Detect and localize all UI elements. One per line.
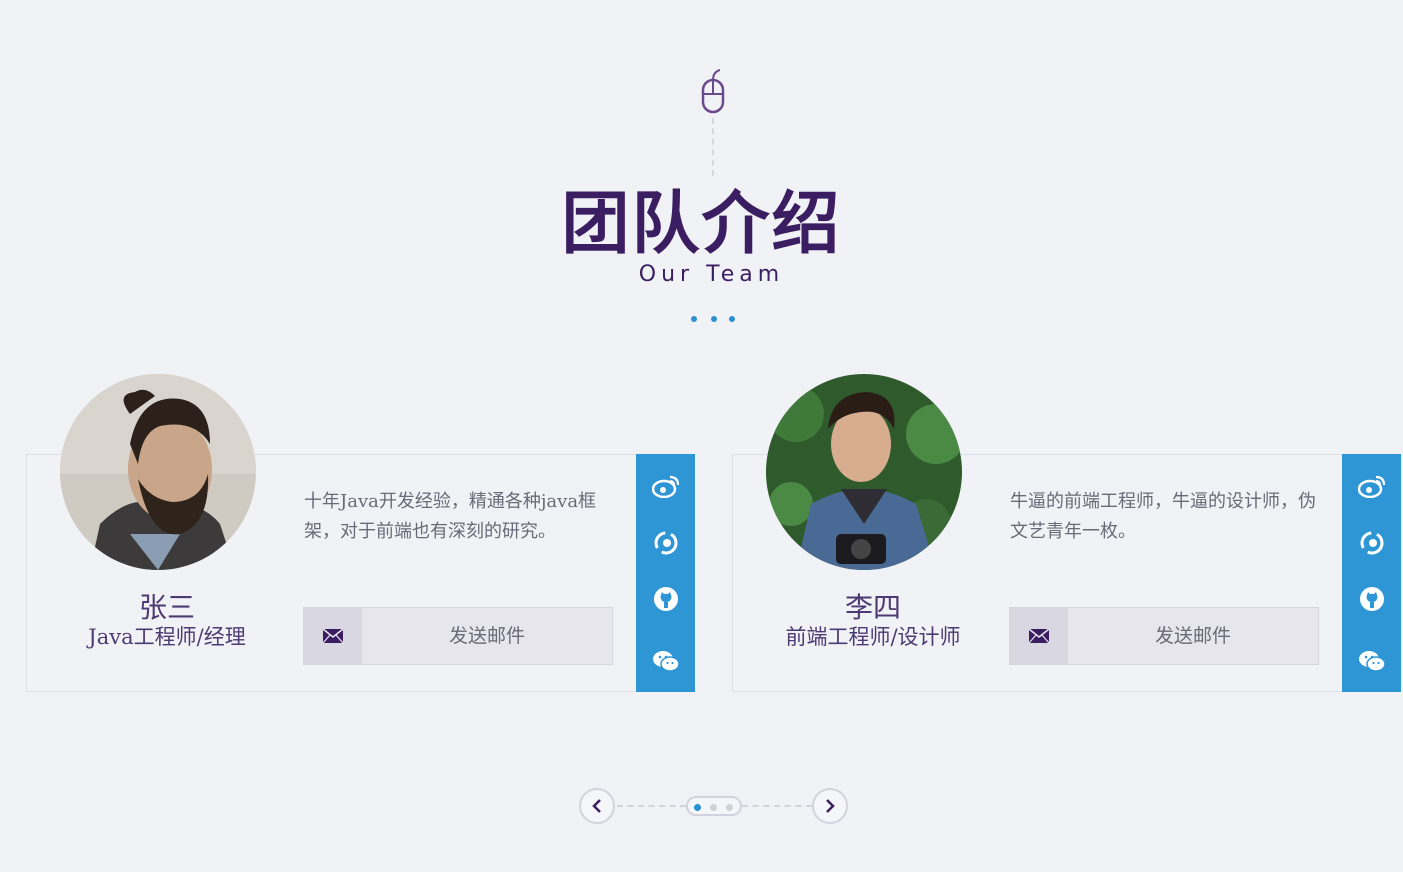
send-email-label: 发送邮件: [448, 625, 525, 647]
envelope-icon: [304, 608, 362, 664]
send-email-button[interactable]: 发送邮件: [1009, 607, 1319, 665]
weibo-icon[interactable]: [652, 472, 680, 500]
member-name: 李四: [844, 591, 901, 624]
page-subtitle: Our Team: [638, 262, 785, 287]
title-ornament-dots: [691, 316, 737, 322]
pager-divider: [742, 805, 812, 807]
chevron-left-icon[interactable]: [579, 788, 615, 824]
envelope-icon: [1010, 608, 1068, 664]
send-email-button[interactable]: 发送邮件: [303, 607, 613, 665]
avatar: [766, 374, 962, 570]
chevron-right-icon[interactable]: [812, 788, 848, 824]
wechat-icon[interactable]: [652, 647, 680, 675]
member-description: 牛逼的前端工程师，牛逼的设计师，伪文艺青年一枚。: [1010, 491, 1316, 542]
mouse-icon: [701, 69, 725, 114]
team-member-card: 李四 前端工程师/设计师 牛逼的前端工程师，牛逼的设计师，伪文艺青年一枚。 发送…: [732, 374, 1401, 692]
carousel-pager: [578, 787, 850, 825]
member-description: 十年Java开发经验，精通各种java框架，对于前端也有深刻的研究。: [304, 491, 597, 542]
social-links: [1342, 454, 1401, 692]
pager-dot[interactable]: [726, 804, 733, 811]
pager-divider: [617, 805, 686, 807]
member-role: Java工程师/经理: [88, 625, 246, 649]
weibo-icon[interactable]: [1358, 472, 1386, 500]
baidu-icon[interactable]: [652, 529, 680, 557]
pager-dots: [686, 796, 742, 816]
send-email-label: 发送邮件: [1154, 625, 1231, 647]
member-name: 张三: [138, 591, 195, 624]
github-icon[interactable]: [1358, 585, 1386, 613]
pager-dot[interactable]: [710, 804, 717, 811]
baidu-icon[interactable]: [1358, 529, 1386, 557]
social-links: [636, 454, 695, 692]
member-role: 前端工程师/设计师: [785, 625, 961, 649]
pager-dot[interactable]: [694, 804, 701, 811]
wechat-icon[interactable]: [1358, 647, 1386, 675]
page-title: 团队介绍: [561, 184, 842, 264]
scroll-divider: [712, 118, 714, 176]
github-icon[interactable]: [652, 585, 680, 613]
avatar: [60, 374, 256, 570]
team-member-card: 张三 Java工程师/经理 十年Java开发经验，精通各种java框架，对于前端…: [26, 374, 695, 692]
